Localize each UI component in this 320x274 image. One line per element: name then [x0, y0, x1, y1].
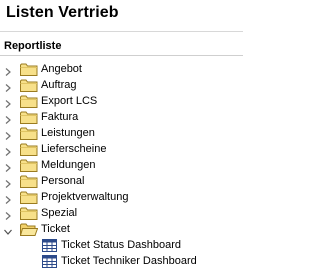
tree-folder-meldungen[interactable]: Meldungen — [0, 157, 243, 173]
tree-report-label: Ticket Status Dashboard — [61, 239, 182, 251]
section-heading-reportliste: Reportliste — [4, 40, 62, 52]
report-table-icon — [42, 239, 57, 252]
folder-open-icon — [19, 223, 39, 236]
folder-icon — [20, 159, 38, 172]
tree-folder-personal[interactable]: Personal — [0, 173, 243, 189]
chevron-down-icon[interactable] — [4, 225, 12, 235]
tree-folder-label: Auftrag — [41, 79, 77, 91]
chevron-right-icon[interactable] — [4, 97, 12, 108]
chevron-right-icon[interactable] — [4, 145, 12, 156]
folder-icon — [20, 207, 38, 220]
tree-folder-leistungen[interactable]: Leistungen — [0, 125, 243, 141]
folder-icon — [20, 111, 38, 124]
tree-folder-spezial[interactable]: Spezial — [0, 205, 243, 221]
folder-icon — [20, 143, 38, 156]
report-table-icon — [42, 255, 57, 268]
folder-icon — [20, 191, 38, 204]
folder-icon — [20, 127, 38, 140]
tree-report-ticket-status-dashboard[interactable]: Ticket Status Dashboard — [0, 237, 243, 253]
tree-folder-label: Angebot — [41, 63, 82, 75]
chevron-right-icon[interactable] — [4, 65, 12, 76]
tree-folder-lieferscheine[interactable]: Lieferscheine — [0, 141, 243, 157]
tree-folder-label: Meldungen — [41, 159, 96, 171]
tree-report-label: Ticket Techniker Dashboard — [61, 255, 197, 267]
chevron-right-icon[interactable] — [4, 113, 12, 124]
chevron-right-icon[interactable] — [4, 177, 12, 188]
tree-folder-label: Personal — [41, 175, 85, 187]
tree-folder-label: Lieferscheine — [41, 143, 107, 155]
page-title: Listen Vertrieb — [6, 4, 119, 21]
report-tree: Angebot Auftrag Export LCS Faktura Leist… — [0, 61, 243, 269]
chevron-right-icon[interactable] — [4, 129, 12, 140]
tree-folder-auftrag[interactable]: Auftrag — [0, 77, 243, 93]
chevron-right-icon[interactable] — [4, 193, 12, 204]
tree-report-ticket-techniker-dashboard[interactable]: Ticket Techniker Dashboard — [0, 253, 243, 269]
tree-folder-export-lcs[interactable]: Export LCS — [0, 93, 243, 109]
tree-folder-label: Ticket — [41, 223, 70, 235]
folder-icon — [20, 79, 38, 92]
tree-folder-label: Projektverwaltung — [41, 191, 129, 203]
tree-folder-label: Faktura — [41, 111, 79, 123]
section-divider — [0, 55, 243, 56]
folder-icon — [20, 95, 38, 108]
tree-folder-label: Leistungen — [41, 127, 95, 139]
title-divider — [0, 31, 243, 32]
folder-icon — [20, 175, 38, 188]
tree-folder-projektverwaltung[interactable]: Projektverwaltung — [0, 189, 243, 205]
chevron-right-icon[interactable] — [4, 81, 12, 92]
tree-folder-ticket[interactable]: Ticket — [0, 221, 243, 237]
folder-icon — [20, 63, 38, 76]
tree-folder-faktura[interactable]: Faktura — [0, 109, 243, 125]
chevron-right-icon[interactable] — [4, 161, 12, 172]
tree-folder-label: Export LCS — [41, 95, 98, 107]
tree-folder-label: Spezial — [41, 207, 78, 219]
chevron-right-icon[interactable] — [4, 209, 12, 220]
tree-folder-angebot[interactable]: Angebot — [0, 61, 243, 77]
